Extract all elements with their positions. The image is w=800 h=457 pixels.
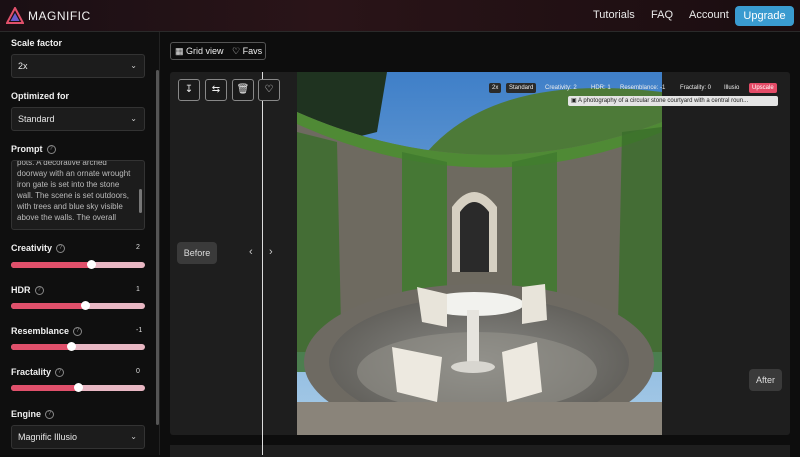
optimized-for-value: Standard [18,114,55,124]
resemblance-label: Resemblance? [11,326,83,337]
tag-optimized: Standard [506,83,537,93]
chevron-left-icon[interactable]: ‹ [249,246,253,258]
creativity-value: 2 [136,244,140,251]
trash-icon: 🗑 [236,84,250,95]
slider-fill [11,385,78,391]
help-icon[interactable]: ? [56,244,66,254]
tag-fractality: Fractality: 0 [680,85,712,91]
heart-icon: ♡ [232,46,241,56]
chevron-down-icon: ⌄ [130,114,137,123]
slider-knob[interactable] [74,383,83,392]
after-button[interactable]: After [749,369,782,391]
resemblance-value: -1 [136,327,143,334]
scale-factor-label: Scale factor [11,38,63,48]
nav-account[interactable]: Account [689,9,729,21]
tag-scale: 2x [489,83,502,93]
chevron-down-icon: ⌄ [130,61,137,70]
help-icon[interactable]: ? [46,145,56,155]
slider-knob[interactable] [87,260,97,269]
optimized-for-select[interactable]: Standard ⌄ [11,107,145,131]
help-icon[interactable]: ? [45,410,55,420]
slider-fill [11,262,92,268]
download-button[interactable]: ↧ [178,79,200,101]
magnific-logo-icon [6,7,24,24]
tag-hdr: HDR: 1 [591,85,611,91]
hdr-label: HDR? [11,285,44,296]
heart-icon: ♡ [264,84,274,95]
prompt-text: pots. A decorative arched doorway with a… [17,160,131,222]
before-button[interactable]: Before [177,242,217,264]
download-icon: ↧ [184,84,194,95]
favs-button[interactable]: ♡ Favs [232,46,262,57]
resemblance-slider[interactable] [11,342,145,351]
slider-fill [11,303,85,309]
creativity-slider[interactable] [11,260,145,269]
engine-select[interactable]: Magnific Illusio ⌄ [11,425,145,449]
tag-creativity: Creativity: 2 [545,85,577,91]
caption-icon: ▣ [571,98,577,104]
tag-engine: Illusio [724,85,740,91]
swap-icon: ⇆ [211,84,221,95]
chevron-right-icon[interactable]: › [269,246,273,258]
prompt-label: Prompt? [11,144,56,155]
brand-name[interactable]: MAGNIFIC [28,9,91,23]
slider-knob[interactable] [80,301,90,310]
slider-fill [11,344,72,350]
grid-view-button[interactable]: ▦ Grid view [175,46,224,57]
swap-button[interactable]: ⇆ [205,79,227,101]
result-card-next [170,445,790,457]
creativity-label: Creativity? [11,243,66,254]
help-icon[interactable]: ? [34,286,44,296]
hdr-slider[interactable] [11,301,145,310]
nav-tutorials[interactable]: Tutorials [593,9,635,21]
delete-button[interactable]: 🗑 [232,79,254,101]
hdr-value: 1 [136,286,140,293]
tag-mode: Upscale [749,83,777,93]
nav-faq[interactable]: FAQ [651,9,673,21]
scale-factor-value: 2x [18,61,28,71]
courtyard-photo [297,72,662,435]
prompt-textarea[interactable]: pots. A decorative arched doorway with a… [11,160,145,230]
view-toggle-bar: ▦ Grid view ♡ Favs [170,42,266,60]
tag-resemblance: Resemblance: -1 [620,85,666,91]
engine-label: Engine? [11,409,55,420]
optimized-for-label: Optimized for [11,91,69,101]
fractality-slider[interactable] [11,383,145,392]
help-icon[interactable]: ? [55,368,65,378]
upscaled-image[interactable] [297,72,662,435]
sidebar-scrollbar[interactable] [156,70,159,425]
image-caption[interactable]: ▣ A photography of a circular stone cour… [568,96,778,106]
engine-value: Magnific Illusio [18,432,78,442]
top-bar: MAGNIFIC Tutorials FAQ Account Upgrade [0,0,800,32]
fractality-value: 0 [136,368,140,375]
chevron-down-icon: ⌄ [130,432,137,441]
prompt-scrollbar[interactable] [139,189,142,213]
scale-factor-select[interactable]: 2x ⌄ [11,54,145,78]
compare-divider[interactable] [262,72,263,455]
grid-icon: ▦ [175,46,184,56]
upgrade-button[interactable]: Upgrade [735,6,794,26]
help-icon[interactable]: ? [73,327,83,337]
slider-knob[interactable] [67,342,77,351]
fractality-label: Fractality? [11,367,65,378]
favorite-button[interactable]: ♡ [258,79,280,101]
